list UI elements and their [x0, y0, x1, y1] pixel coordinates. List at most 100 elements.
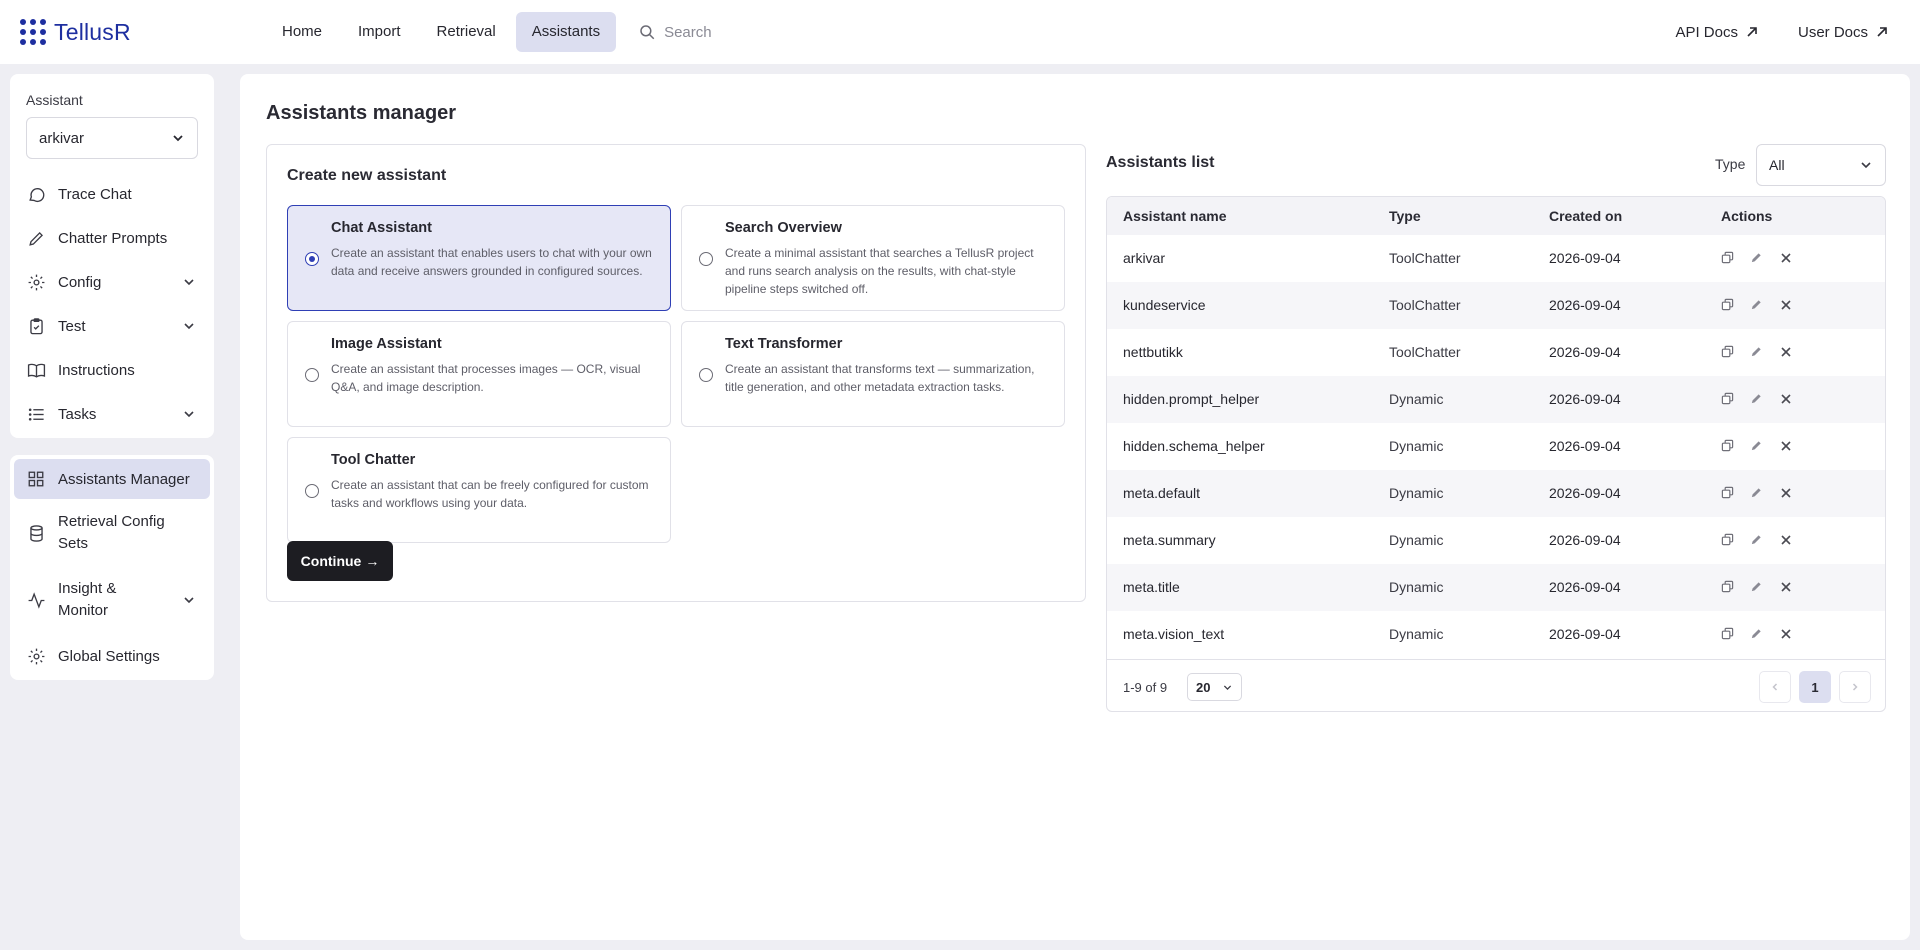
delete-icon[interactable] [1777, 390, 1794, 407]
assistant-name-cell[interactable]: meta.summary [1123, 532, 1216, 548]
assistant-name-cell[interactable]: nettbutikk [1123, 344, 1183, 360]
nav-retrieval[interactable]: Retrieval [421, 12, 512, 52]
radio-button[interactable] [305, 484, 319, 498]
delete-icon[interactable] [1777, 625, 1794, 642]
assistant-name-cell[interactable]: hidden.schema_helper [1123, 438, 1265, 454]
edit-icon[interactable] [1748, 578, 1765, 595]
sidebar-item-test[interactable]: Test [14, 306, 210, 346]
edit-icon[interactable] [1748, 484, 1765, 501]
copy-icon[interactable] [1719, 531, 1736, 548]
delete-icon[interactable] [1777, 437, 1794, 454]
row-actions [1719, 390, 1794, 407]
continue-label: Continue [300, 553, 362, 569]
prev-page-button[interactable] [1759, 671, 1791, 703]
table-row[interactable]: meta.title Dynamic 2026-09-04 [1107, 564, 1885, 611]
sidebar-item-tasks[interactable]: Tasks [14, 394, 210, 434]
assistant-name-cell[interactable]: hidden.prompt_helper [1123, 391, 1259, 407]
column-header[interactable]: Assistant name [1123, 208, 1226, 224]
table-row[interactable]: arkivar ToolChatter 2026-09-04 [1107, 235, 1885, 282]
assistant-select[interactable]: arkivar [26, 117, 198, 159]
page-size-select[interactable]: 20 [1187, 673, 1242, 701]
assistant-type-cell: ToolChatter [1389, 297, 1461, 313]
sidebar-item-chatter-prompts[interactable]: Chatter Prompts [14, 218, 210, 258]
main-nav: Home Import Retrieval Assistants [266, 12, 617, 52]
edit-icon[interactable] [1748, 437, 1765, 454]
chevron-right-icon [1852, 683, 1858, 691]
api-docs-link[interactable]: API Docs [1675, 24, 1758, 41]
assistant-name-cell[interactable]: meta.vision_text [1123, 626, 1224, 642]
sidebar-item-label: Global Settings [58, 647, 160, 665]
next-page-button[interactable] [1839, 671, 1871, 703]
edit-icon[interactable] [1748, 249, 1765, 266]
delete-icon[interactable] [1777, 484, 1794, 501]
table-row[interactable]: meta.default Dynamic 2026-09-04 [1107, 470, 1885, 517]
copy-icon[interactable] [1719, 625, 1736, 642]
search-icon [640, 25, 655, 40]
nav-assistants[interactable]: Assistants [515, 12, 617, 52]
search-input[interactable]: Search [638, 23, 712, 41]
continue-button[interactable]: Continue → [287, 541, 393, 581]
table-row[interactable]: meta.vision_text Dynamic 2026-09-04 [1107, 611, 1885, 658]
assistant-name-cell[interactable]: meta.title [1123, 579, 1180, 595]
logo[interactable]: TellusR [20, 19, 266, 46]
delete-icon[interactable] [1777, 578, 1794, 595]
edit-icon[interactable] [1748, 296, 1765, 313]
sidebar-item-label: Trace Chat [58, 185, 132, 203]
radio-button[interactable] [699, 368, 713, 382]
delete-icon[interactable] [1777, 343, 1794, 360]
table-row[interactable]: nettbutikk ToolChatter 2026-09-04 [1107, 329, 1885, 376]
assistants-table: Assistant name Type Created on Actions a… [1106, 196, 1886, 712]
option-text-transformer[interactable]: Text Transformer Create an assistant tha… [681, 321, 1065, 427]
copy-icon[interactable] [1719, 578, 1736, 595]
copy-icon[interactable] [1719, 343, 1736, 360]
edit-icon[interactable] [1748, 390, 1765, 407]
option-tool-chatter[interactable]: Tool Chatter Create an assistant that ca… [287, 437, 671, 543]
edit-icon[interactable] [1748, 531, 1765, 548]
option-description: Create a minimal assistant that searches… [725, 246, 1034, 296]
column-header[interactable]: Type [1389, 208, 1421, 224]
copy-icon[interactable] [1719, 437, 1736, 454]
copy-icon[interactable] [1719, 296, 1736, 313]
sidebar-item-retrieval-config-sets[interactable]: Retrieval Config Sets [14, 506, 210, 560]
radio-button[interactable] [305, 252, 319, 266]
assistant-name-cell[interactable]: kundeservice [1123, 297, 1206, 313]
sidebar-item-assistants-manager[interactable]: Assistants Manager [14, 459, 210, 499]
edit-icon[interactable] [1748, 625, 1765, 642]
table-row[interactable]: hidden.schema_helper Dynamic 2026-09-04 [1107, 423, 1885, 470]
sidebar-item-config[interactable]: Config [14, 262, 210, 302]
copy-icon[interactable] [1719, 390, 1736, 407]
sidebar-item-instructions[interactable]: Instructions [14, 350, 210, 390]
copy-icon[interactable] [1719, 484, 1736, 501]
created-on-cell: 2026-09-04 [1549, 391, 1621, 407]
page-button[interactable]: 1 [1799, 671, 1831, 703]
created-on-cell: 2026-09-04 [1549, 250, 1621, 266]
option-title: Image Assistant [331, 336, 442, 352]
option-description: Create an assistant that processes image… [331, 362, 641, 394]
sidebar-item-label: Instructions [58, 361, 135, 379]
option-search-overview[interactable]: Search Overview Create a minimal assista… [681, 205, 1065, 311]
column-header[interactable]: Created on [1549, 208, 1622, 224]
assistant-name-cell[interactable]: arkivar [1123, 250, 1165, 266]
table-row[interactable]: meta.summary Dynamic 2026-09-04 [1107, 517, 1885, 564]
delete-icon[interactable] [1777, 531, 1794, 548]
created-on-cell: 2026-09-04 [1549, 532, 1621, 548]
delete-icon[interactable] [1777, 296, 1794, 313]
table-row[interactable]: hidden.prompt_helper Dynamic 2026-09-04 [1107, 376, 1885, 423]
user-docs-link[interactable]: User Docs [1798, 24, 1888, 41]
assistant-name-cell[interactable]: meta.default [1123, 485, 1200, 501]
option-description: Create an assistant that enables users t… [331, 246, 652, 278]
edit-icon[interactable] [1748, 343, 1765, 360]
delete-icon[interactable] [1777, 249, 1794, 266]
sidebar-item-insight-monitor[interactable]: Insight & Monitor [14, 573, 210, 627]
option-chat-assistant[interactable]: Chat Assistant Create an assistant that … [287, 205, 671, 311]
sidebar-item-global-settings[interactable]: Global Settings [14, 636, 210, 676]
option-image-assistant[interactable]: Image Assistant Create an assistant that… [287, 321, 671, 427]
sidebar-item-trace-chat[interactable]: Trace Chat [14, 174, 210, 214]
nav-home[interactable]: Home [266, 12, 338, 52]
radio-button[interactable] [699, 252, 713, 266]
nav-import[interactable]: Import [342, 12, 417, 52]
table-row[interactable]: kundeservice ToolChatter 2026-09-04 [1107, 282, 1885, 329]
copy-icon[interactable] [1719, 249, 1736, 266]
type-filter-select[interactable]: All [1756, 144, 1886, 186]
radio-button[interactable] [305, 368, 319, 382]
